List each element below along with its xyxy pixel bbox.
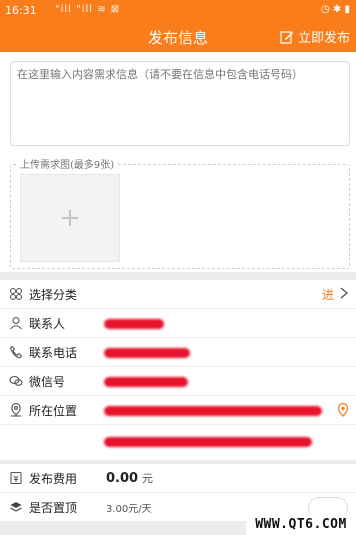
wechat-redaction xyxy=(104,377,188,387)
content-input[interactable] xyxy=(10,61,350,146)
publish-button-label: 立即发布 xyxy=(297,31,350,46)
top-price: 3.00元/天 xyxy=(106,503,152,515)
category-row[interactable]: 选择分类 进 xyxy=(0,280,356,309)
status-time: 16:31 xyxy=(5,4,37,17)
phone-icon xyxy=(9,345,23,359)
plus-icon: + xyxy=(59,203,81,233)
upload-label: 上传需求图(最多9张) xyxy=(16,156,119,171)
content-panel: 上传需求图(最多9张) + xyxy=(0,52,356,272)
phone-row[interactable]: 联系电话 xyxy=(0,338,356,367)
site-watermark: WWW.QT6.COM xyxy=(246,513,356,535)
person-icon xyxy=(10,316,22,330)
address-detail-redaction xyxy=(104,437,312,447)
location-row[interactable]: 所在位置 xyxy=(0,396,356,425)
publish-button[interactable]: 立即发布 xyxy=(280,27,350,46)
location-icon xyxy=(11,403,21,417)
info-form: 选择分类 进 联系人 联系电话 微信号 所在位置 xyxy=(0,280,356,461)
phone-label: 联系电话 xyxy=(29,345,78,360)
wechat-icon xyxy=(9,375,23,386)
header-bar: 发布信息 立即发布 xyxy=(0,22,356,52)
grid-icon xyxy=(9,287,23,301)
layers-icon xyxy=(10,502,22,512)
fee-value: 0.00 xyxy=(106,470,139,486)
phone-redaction xyxy=(104,348,190,358)
location-label: 所在位置 xyxy=(29,403,78,418)
top-label: 是否置顶 xyxy=(29,500,78,515)
location-pin-icon[interactable] xyxy=(337,403,349,417)
contact-redaction xyxy=(104,319,164,329)
contact-row[interactable]: 联系人 xyxy=(0,309,356,338)
status-system: ◷ ✱ ▮ xyxy=(321,4,350,15)
category-label: 选择分类 xyxy=(29,287,78,302)
edit-icon xyxy=(280,30,293,44)
status-bar: 16:31 "ill "ill ≋ ⊠ ◷ ✱ ▮ xyxy=(0,0,356,22)
coin-icon xyxy=(10,471,22,485)
wechat-label: 微信号 xyxy=(29,374,66,389)
category-value: 进 xyxy=(321,287,334,302)
fee-row: 发布费用 0.00 元 xyxy=(0,464,356,493)
add-image-button[interactable]: + xyxy=(20,174,120,262)
chevron-right-icon xyxy=(340,287,349,299)
wechat-row[interactable]: 微信号 xyxy=(0,367,356,396)
status-network: "ill "ill ≋ ⊠ xyxy=(55,4,121,15)
fee-label: 发布费用 xyxy=(29,471,78,486)
contact-label: 联系人 xyxy=(29,316,66,331)
fee-unit: 元 xyxy=(142,472,153,485)
location-redaction xyxy=(104,406,322,416)
address-detail-row[interactable] xyxy=(0,425,356,461)
